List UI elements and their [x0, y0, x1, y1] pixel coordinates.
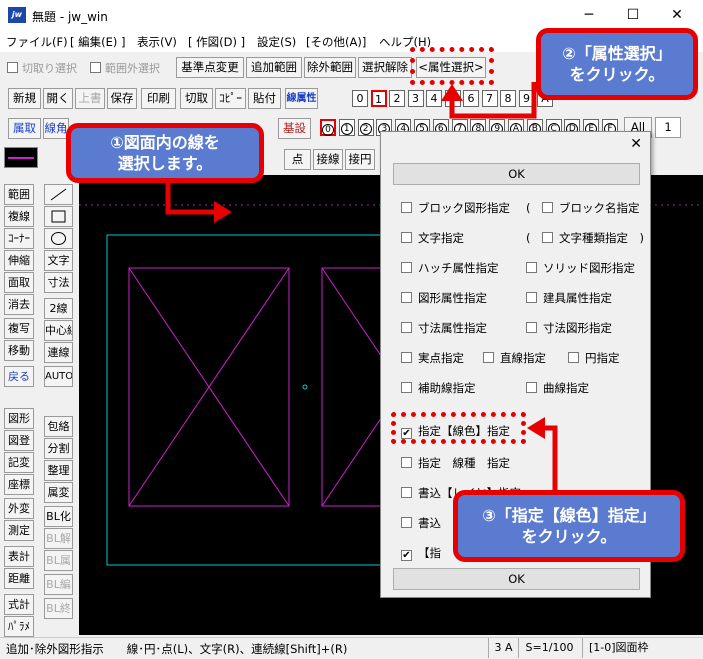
- callout-step-3: ③「指定【線色】指定」 をクリック。: [453, 490, 685, 562]
- arrow-2-path: [449, 82, 537, 119]
- callout-step-1: ①図面内の線を 選択します。: [66, 123, 264, 183]
- callout-step-2: ②「属性選択」 をクリック。: [536, 28, 698, 100]
- arrow-3-head: [527, 417, 545, 439]
- arrow-1-head: [214, 201, 232, 223]
- arrow-2-head: [441, 84, 463, 101]
